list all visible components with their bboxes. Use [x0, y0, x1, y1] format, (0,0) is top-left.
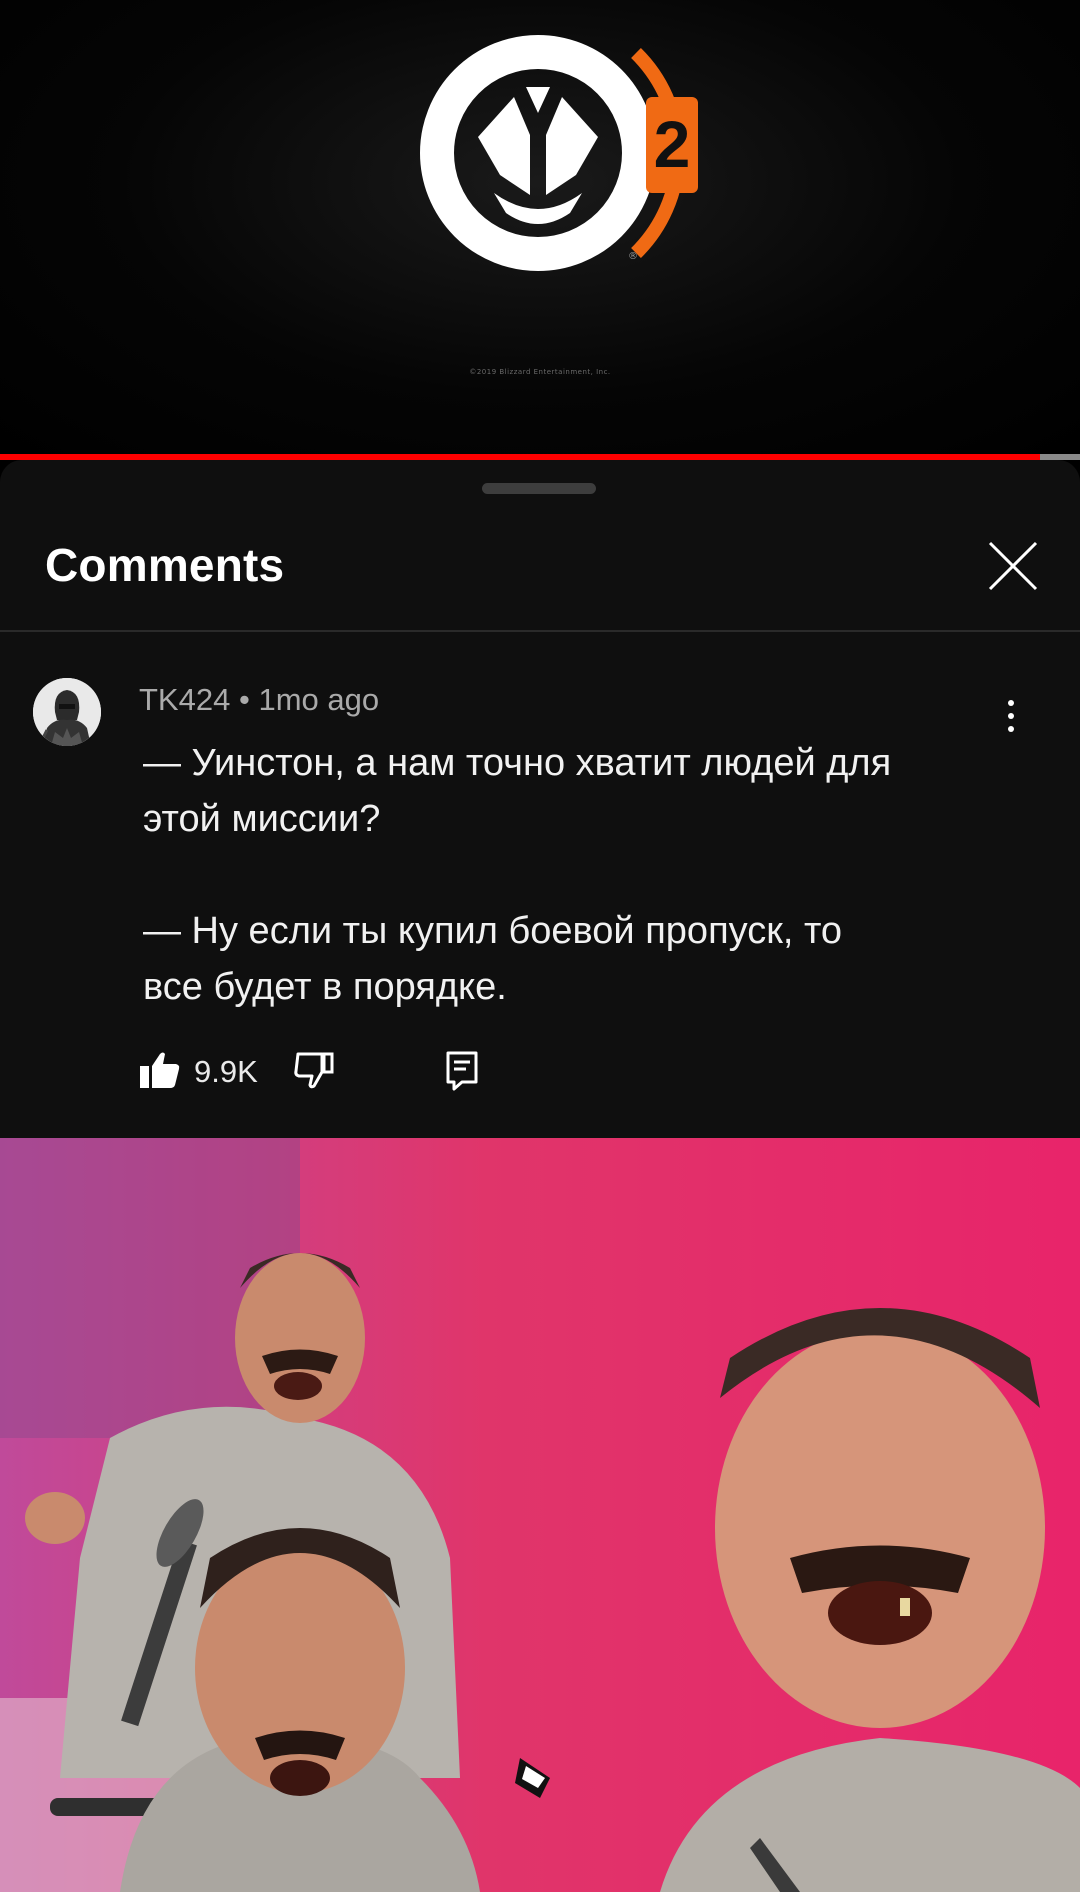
more-vert-icon-dot — [1008, 713, 1014, 719]
comment-actions: 9.9K — [138, 1048, 638, 1098]
comments-title: Comments — [45, 539, 285, 591]
meta-separator: • — [238, 682, 250, 717]
thumbs-up-icon — [140, 1052, 180, 1088]
comments-panel: Comments TK424 • 1mo ago — Уинстон, а на… — [0, 460, 1080, 1138]
comment-author[interactable]: TK424 — [139, 682, 230, 717]
header-divider — [0, 630, 1080, 632]
reply-button[interactable] — [440, 1048, 484, 1092]
like-button[interactable] — [138, 1048, 182, 1092]
meme-image — [0, 1138, 1080, 1892]
video-copyright: ©2019 Blizzard Entertainment, Inc. — [469, 368, 611, 376]
overwatch-2-logo: 2 ® — [420, 35, 698, 271]
comment-line: — Уинстон, а нам точно хватит людей для — [143, 742, 892, 784]
reply-icon — [446, 1051, 478, 1091]
comment-text: — Уинстон, а нам точно хватит людей для … — [143, 735, 1003, 1015]
close-icon — [988, 541, 1038, 591]
comment-line: этой миссии? — [143, 798, 381, 840]
comment-line: все будет в порядке. — [143, 966, 507, 1008]
close-button[interactable] — [985, 538, 1041, 594]
avatar[interactable] — [33, 678, 101, 746]
laughing-man-meme — [0, 1138, 1080, 1892]
dislike-button[interactable] — [292, 1048, 336, 1092]
more-vert-icon-dot — [1008, 726, 1014, 732]
svg-text:®: ® — [628, 251, 638, 262]
comment-meta: TK424 • 1mo ago — [139, 682, 379, 718]
avatar-image — [33, 678, 101, 746]
thumbs-down-icon — [294, 1052, 334, 1089]
comment-line: — Ну если ты купил боевой пропуск, то — [143, 910, 843, 952]
video-player[interactable]: 2 ® ©2019 Blizzard Entertainment, Inc. — [0, 0, 1080, 455]
logo-badge-number: 2 — [654, 107, 691, 181]
like-count: 9.9K — [194, 1054, 258, 1089]
drag-handle[interactable] — [482, 483, 596, 494]
more-vert-icon-dot — [1008, 700, 1014, 706]
comment-time: 1mo ago — [258, 682, 380, 717]
